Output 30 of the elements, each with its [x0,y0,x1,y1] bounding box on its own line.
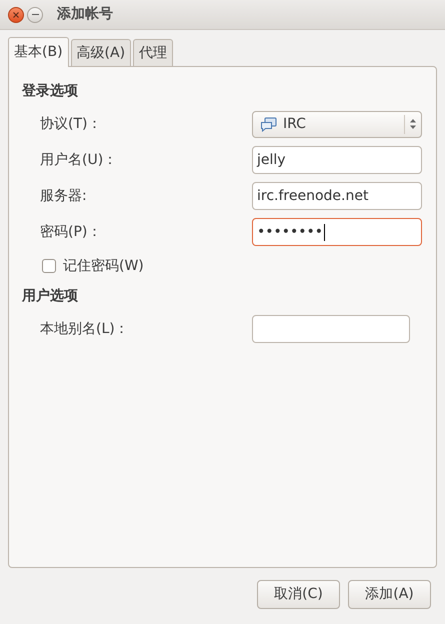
field-label: 用户名(U)： [40,150,118,170]
tab[interactable]: 高级(A) [70,39,132,66]
remember-checkbox[interactable] [42,259,56,273]
field-value: •••••••• [257,222,324,242]
section-title: 用户选项 [22,286,79,306]
window-title: 添加帐号 [57,5,113,24]
text-field[interactable] [252,315,410,343]
minimize-icon [32,14,38,16]
text-field[interactable]: jelly [252,146,422,174]
minimize-button[interactable] [27,6,43,22]
field-label: 本地别名(L)： [40,320,130,338]
text-cursor [324,224,326,240]
checkbox-label: 记住密码(W) [63,256,144,276]
protocol-value: IRC [283,114,307,134]
field-label: 服务器: [40,186,88,206]
field-value: irc.freenode.net [257,186,368,206]
tab[interactable]: 代理 [133,39,174,66]
protocol-dropdown[interactable]: IRC [252,110,422,138]
field-value: jelly [257,150,286,170]
text-field[interactable]: irc.freenode.net [252,182,422,210]
close-icon [13,12,19,18]
close-button[interactable] [8,6,24,22]
chat-bubbles-icon [260,116,277,132]
field-label: 密码(P)： [40,222,102,242]
field-label: 协议(T)： [40,114,102,134]
dialog-button[interactable]: 添加(A) [348,580,431,609]
text-field[interactable]: •••••••• [252,218,422,246]
section-title: 登录选项 [22,82,79,101]
dialog-button[interactable]: 取消(C) [257,580,340,609]
tab[interactable]: 基本(B) [8,37,69,67]
